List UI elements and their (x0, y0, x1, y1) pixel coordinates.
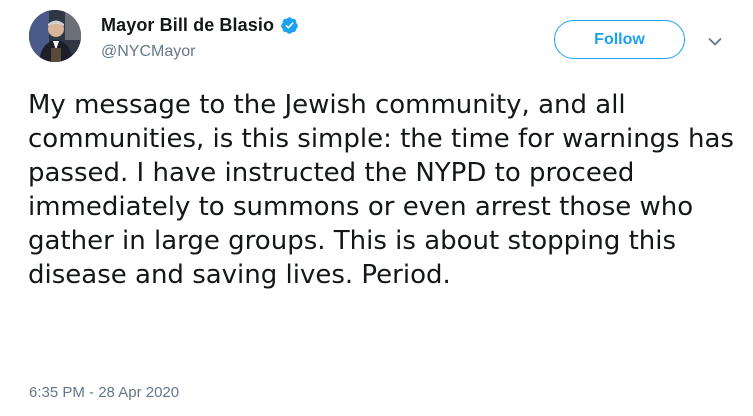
tweet-timestamp[interactable]: 6:35 PM - 28 Apr 2020 (29, 384, 179, 401)
name-row: Mayor Bill de Blasio (101, 13, 299, 37)
avatar-photo (29, 10, 81, 62)
tweet-text: My message to the Jewish community, and … (28, 90, 734, 290)
tweet-card: Mayor Bill de Blasio @NYCMayor Follow My… (0, 0, 753, 416)
display-name[interactable]: Mayor Bill de Blasio (101, 15, 274, 36)
avatar[interactable] (29, 10, 81, 62)
chevron-down-icon[interactable] (708, 34, 722, 46)
follow-button[interactable]: Follow (554, 20, 685, 59)
author-block: Mayor Bill de Blasio @NYCMayor (101, 13, 299, 61)
verified-badge-icon (280, 16, 299, 35)
author-handle[interactable]: @NYCMayor (101, 43, 299, 61)
